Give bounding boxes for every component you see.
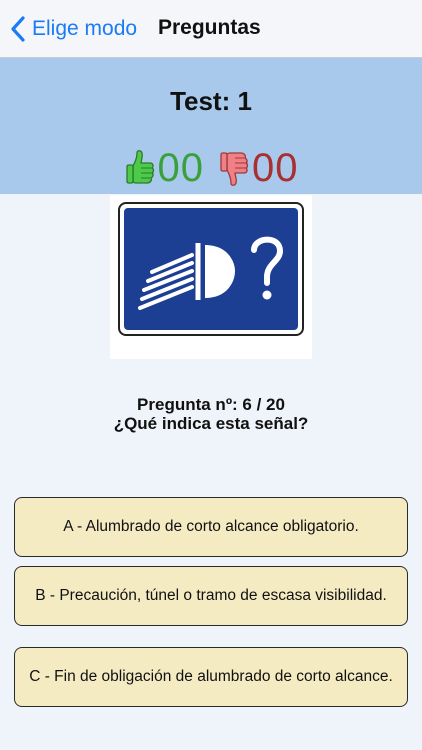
- answer-c-button[interactable]: C - Fin de obligación de alumbrado de co…: [14, 647, 408, 707]
- question-text: ¿Qué indica esta señal?: [113, 414, 309, 433]
- answer-b-label: B - Precaución, túnel o tramo de escasa …: [35, 587, 387, 604]
- score-bar: 00 00: [0, 146, 422, 190]
- test-title: Test: 1: [170, 86, 252, 116]
- page-title: Preguntas: [158, 16, 261, 39]
- back-button[interactable]: Elige modo: [8, 14, 137, 44]
- navigation-bar: Elige modo Preguntas: [0, 0, 422, 58]
- question-block: Pregunta nº: 6 / 20 ¿Qué indica esta señ…: [0, 395, 422, 433]
- road-sign-headlight-icon: [118, 202, 304, 336]
- answer-b-button[interactable]: B - Precaución, túnel o tramo de escasa …: [14, 566, 408, 626]
- back-button-label: Elige modo: [32, 17, 138, 40]
- thumbs-up-icon: [125, 150, 154, 184]
- question-image: [110, 195, 312, 359]
- correct-count: 00: [157, 146, 204, 190]
- chevron-left-icon: [11, 16, 25, 42]
- question-number: Pregunta nº: 6 / 20: [137, 395, 285, 414]
- answer-a-label: A - Alumbrado de corto alcance obligator…: [63, 518, 359, 535]
- answer-c-label: C - Fin de obligación de alumbrado de co…: [29, 668, 393, 685]
- wrong-count: 00: [252, 146, 299, 190]
- answer-a-button[interactable]: A - Alumbrado de corto alcance obligator…: [14, 497, 408, 557]
- thumbs-down-icon: [220, 152, 249, 186]
